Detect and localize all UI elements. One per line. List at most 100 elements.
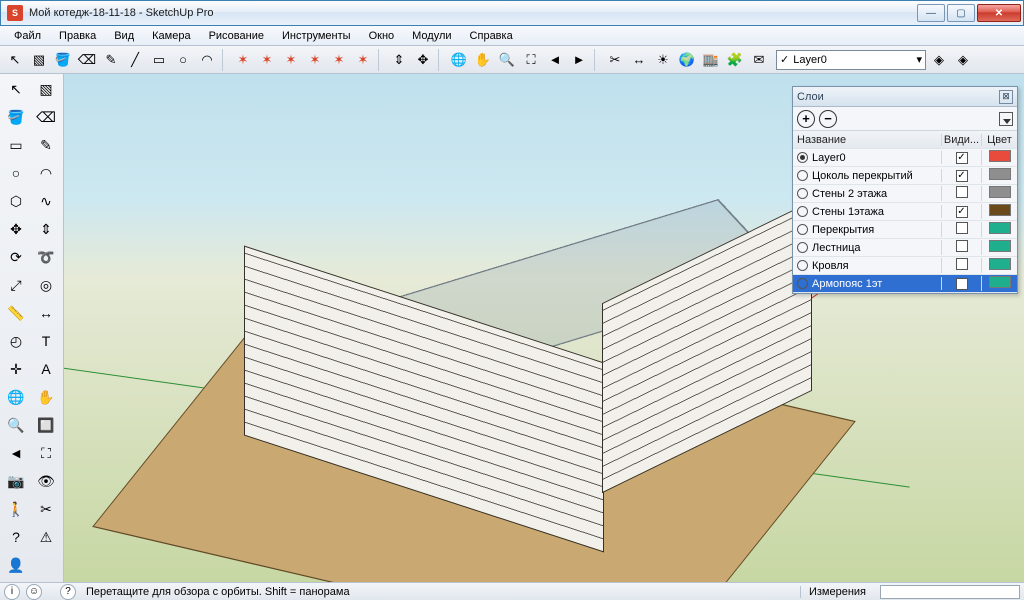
layer-active-radio[interactable] (797, 224, 808, 235)
layer-row[interactable]: Цоколь перекрытий✓ (793, 167, 1017, 185)
shape-red-6-icon[interactable]: ✶ (352, 49, 374, 71)
menu-модули[interactable]: Модули (404, 28, 459, 44)
menu-инструменты[interactable]: Инструменты (274, 28, 359, 44)
axes-tool[interactable]: ✛ (2, 356, 30, 382)
eraser-icon[interactable]: ⌫ (76, 49, 98, 71)
rectangle-tool[interactable]: ▭ (2, 132, 30, 158)
menu-вид[interactable]: Вид (106, 28, 142, 44)
polygon-tool[interactable]: ⬡ (2, 188, 30, 214)
paint-bucket-tool[interactable]: 🪣 (2, 104, 30, 130)
status-help-icon[interactable]: ? (60, 584, 76, 600)
layer-active-radio[interactable] (797, 152, 808, 163)
push-pull-icon[interactable]: ⇕ (388, 49, 410, 71)
layers-col-visible[interactable]: Види... (941, 134, 981, 146)
layer-row[interactable]: Перекрытия (793, 221, 1017, 239)
zoom-extents-icon[interactable]: ⛶ (520, 49, 542, 71)
layers-col-name[interactable]: Название (793, 134, 941, 146)
menu-рисование[interactable]: Рисование (201, 28, 272, 44)
layer-visible-checkbox[interactable]: ✓ (956, 206, 968, 218)
shape-red-1-icon[interactable]: ✶ (232, 49, 254, 71)
zoom-tool[interactable]: 🔍 (2, 412, 30, 438)
protractor-tool[interactable]: ◴ (2, 328, 30, 354)
send-icon[interactable]: ✉ (748, 49, 770, 71)
circle-icon[interactable]: ○ (172, 49, 194, 71)
rectangle-icon[interactable]: ▭ (148, 49, 170, 71)
layer-options-icon[interactable]: ◈ (952, 49, 974, 71)
follow-me-tool[interactable]: ➰ (32, 244, 60, 270)
tape-tool[interactable]: 📏 (2, 300, 30, 326)
menu-камера[interactable]: Камера (144, 28, 198, 44)
section-plane-tool[interactable]: ✂ (32, 496, 60, 522)
arc-icon[interactable]: ◠ (196, 49, 218, 71)
layer-row[interactable]: Стены 1этажа✓ (793, 203, 1017, 221)
position-camera-tool[interactable]: 📷 (2, 468, 30, 494)
shape-red-5-icon[interactable]: ✶ (328, 49, 350, 71)
walk-tool[interactable]: 🚶 (2, 496, 30, 522)
layer-row[interactable]: Кровля (793, 257, 1017, 275)
layer-row[interactable]: Стены 2 этажа (793, 185, 1017, 203)
layer-row[interactable]: Лестница (793, 239, 1017, 257)
select-arrow-icon[interactable]: ↖ (4, 49, 26, 71)
person-tool[interactable]: 👤 (2, 552, 30, 578)
layer-active-radio[interactable] (797, 260, 808, 271)
minimize-button[interactable]: — (917, 4, 945, 22)
extensions-icon[interactable]: 🧩 (724, 49, 746, 71)
layer-color-swatch[interactable] (989, 150, 1011, 162)
layer-color-swatch[interactable] (989, 186, 1011, 198)
globe-icon[interactable]: 🌍 (676, 49, 698, 71)
push-pull-tool[interactable]: ⇕ (32, 216, 60, 242)
menu-правка[interactable]: Правка (51, 28, 104, 44)
orbit-icon[interactable]: 🌐 (448, 49, 470, 71)
shape-red-3-icon[interactable]: ✶ (280, 49, 302, 71)
sun-icon[interactable]: ☀ (652, 49, 674, 71)
line-icon[interactable]: ╱ (124, 49, 146, 71)
layer-color-swatch[interactable] (989, 240, 1011, 252)
pan-icon[interactable]: ✋ (472, 49, 494, 71)
layers-panel[interactable]: Слои ⊠ + − Название Види... Цвет Layer0✓… (792, 86, 1018, 294)
circle-tool[interactable]: ○ (2, 160, 30, 186)
3dtext-tool[interactable]: A (32, 356, 60, 382)
layer-visible-checkbox[interactable] (956, 222, 968, 234)
warning-tool[interactable]: ⚠ (32, 524, 60, 550)
shape-red-2-icon[interactable]: ✶ (256, 49, 278, 71)
layer-manager-icon[interactable]: ◈ (928, 49, 950, 71)
dimensions-icon[interactable]: ↔ (628, 49, 650, 71)
zoom-window-tool[interactable]: 🔲 (32, 412, 60, 438)
make-component-tool[interactable]: ▧ (32, 76, 60, 102)
select-arrow-tool[interactable]: ↖ (2, 76, 30, 102)
layer-visible-checkbox[interactable] (956, 240, 968, 252)
freehand-tool[interactable]: ∿ (32, 188, 60, 214)
menu-файл[interactable]: Файл (6, 28, 49, 44)
maximize-button[interactable]: ▢ (947, 4, 975, 22)
pan-tool[interactable]: ✋ (32, 384, 60, 410)
prev-view-tool[interactable]: ◄ (2, 440, 30, 466)
status-info-icon[interactable]: i (4, 584, 20, 600)
pencil-tool[interactable]: ✎ (32, 132, 60, 158)
rotate-tool[interactable]: ⟳ (2, 244, 30, 270)
scale-tool[interactable]: ⤢ (2, 272, 30, 298)
3dwarehouse-icon[interactable]: 🏬 (700, 49, 722, 71)
dimension-tool[interactable]: ↔ (32, 300, 60, 326)
layer-visible-checkbox[interactable]: ✓ (956, 170, 968, 182)
layer-color-swatch[interactable] (989, 276, 1011, 288)
menu-справка[interactable]: Справка (462, 28, 521, 44)
text-tool[interactable]: T (32, 328, 60, 354)
layer-active-radio[interactable] (797, 242, 808, 253)
eraser-tool[interactable]: ⌫ (32, 104, 60, 130)
layer-active-radio[interactable] (797, 170, 808, 181)
layer-selector[interactable]: ✓Layer0▾ (776, 50, 926, 70)
layers-col-color[interactable]: Цвет (981, 134, 1017, 146)
prev-view-icon[interactable]: ◄ (544, 49, 566, 71)
measurements-input[interactable] (880, 585, 1020, 599)
status-user-icon[interactable]: ☺ (26, 584, 42, 600)
add-layer-button[interactable]: + (797, 110, 815, 128)
layer-color-swatch[interactable] (989, 168, 1011, 180)
orbit-tool[interactable]: 🌐 (2, 384, 30, 410)
arc-tool[interactable]: ◠ (32, 160, 60, 186)
next-view-icon[interactable]: ► (568, 49, 590, 71)
close-button[interactable] (977, 4, 1021, 22)
remove-layer-button[interactable]: − (819, 110, 837, 128)
zoom-extents-tool[interactable]: ⛶ (32, 440, 60, 466)
layer-row[interactable]: Layer0✓ (793, 149, 1017, 167)
layers-panel-titlebar[interactable]: Слои ⊠ (793, 87, 1017, 107)
